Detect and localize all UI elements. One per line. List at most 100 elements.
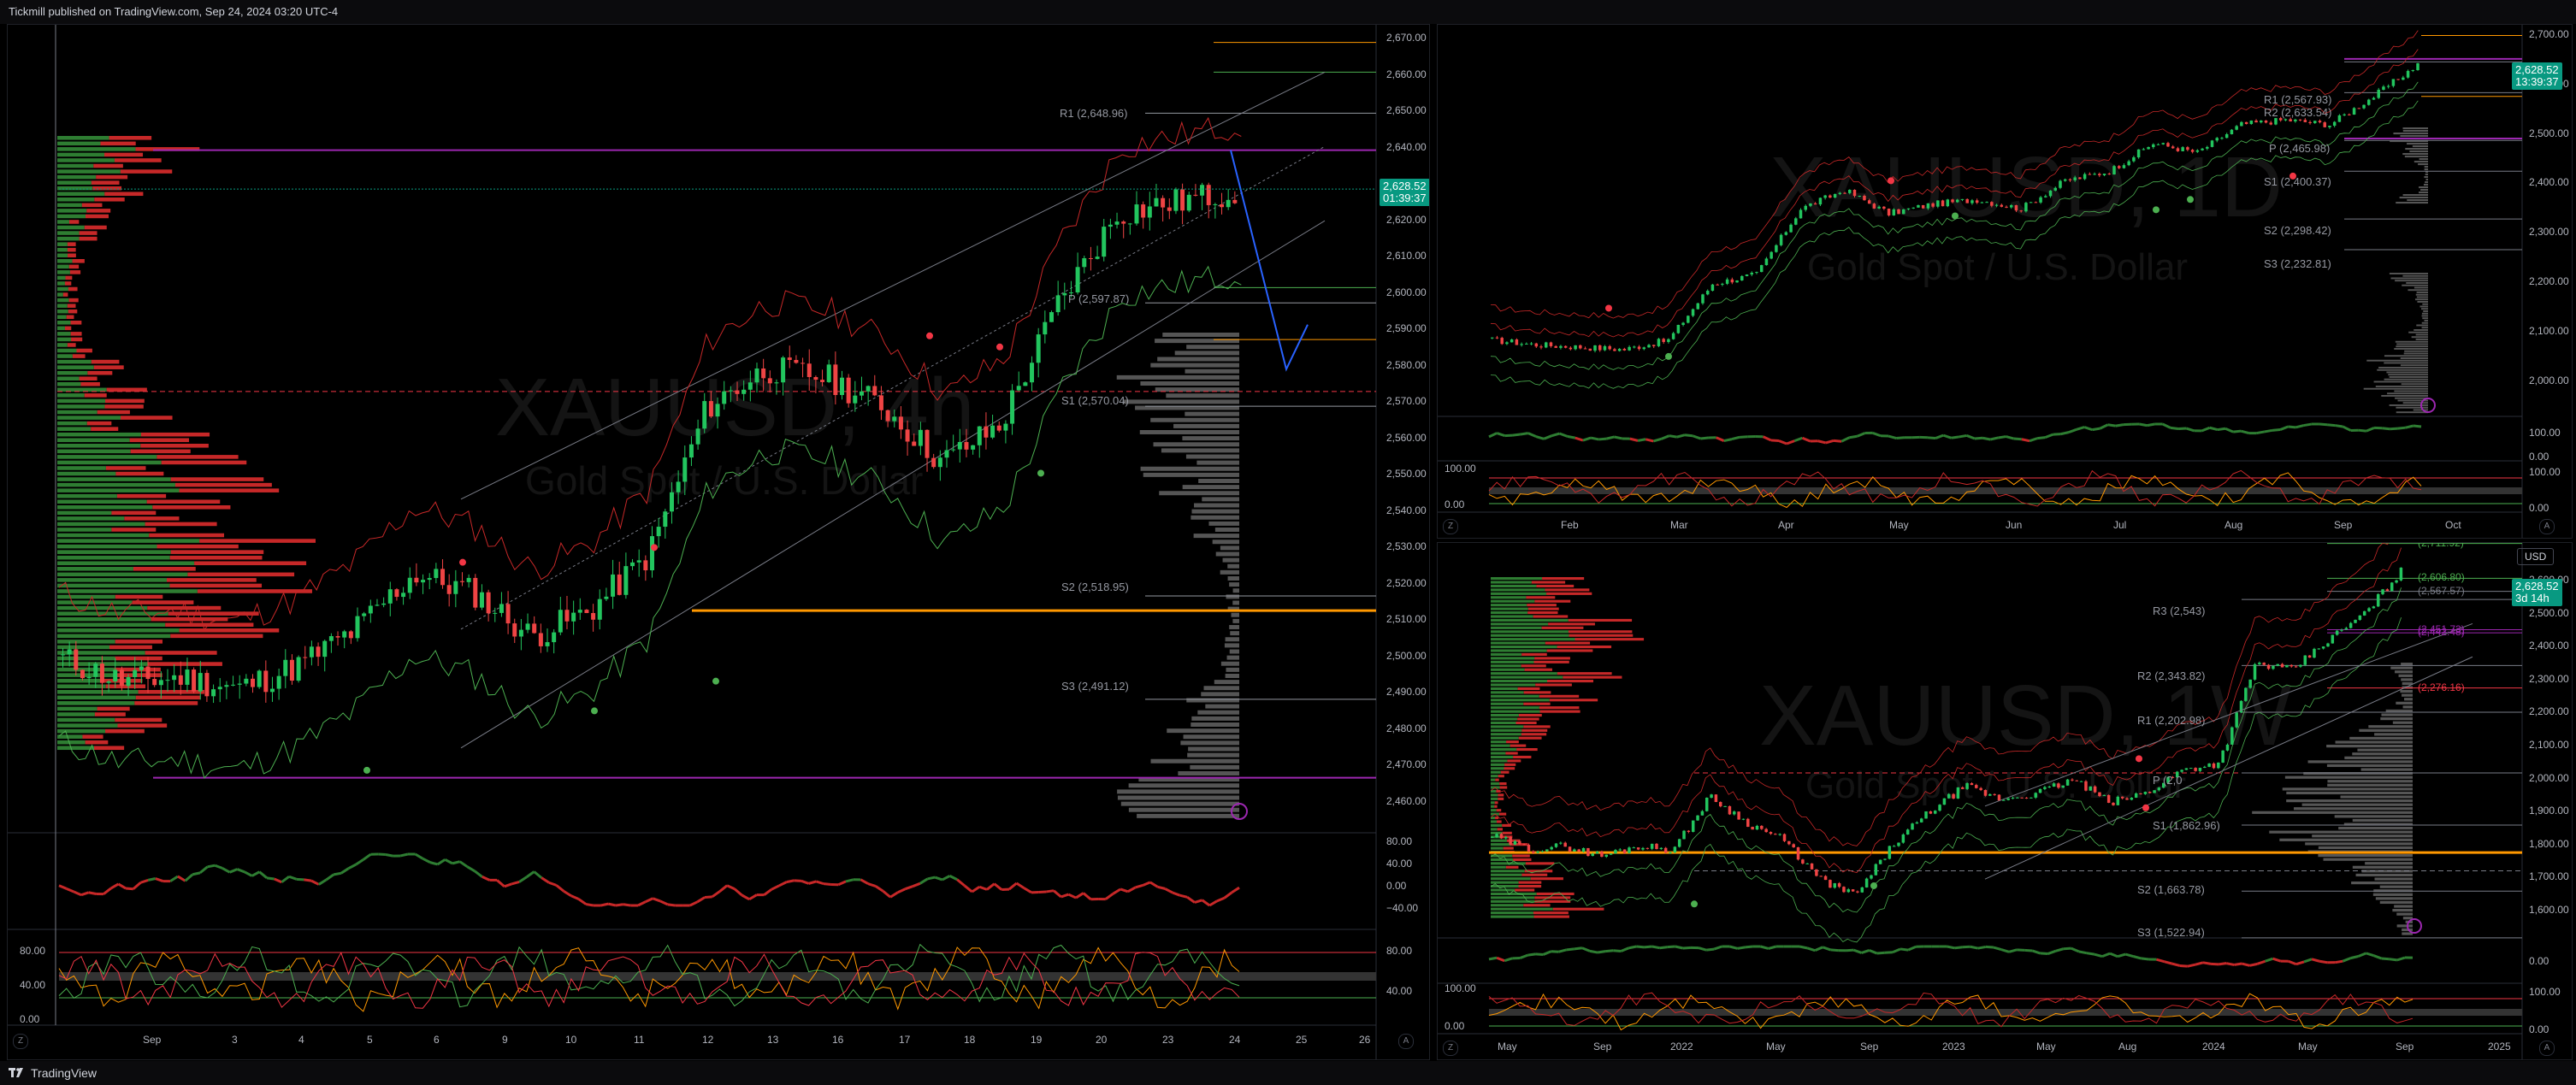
volume-profile-bar — [1539, 694, 1580, 698]
chart-pane-4h[interactable]: XAUUSD, 4h Gold Spot / U.S. Dollar 2,670… — [7, 24, 1430, 1060]
price-candle — [663, 511, 668, 528]
volume-profile-bar — [1491, 641, 1545, 645]
price-candle — [1062, 292, 1067, 296]
volume-profile-bar — [57, 616, 151, 622]
rsi-line — [2124, 952, 2134, 958]
rsi-line — [1856, 432, 1866, 438]
volume-profile-bar — [1491, 604, 1527, 607]
auto-scale-icon[interactable]: A — [2539, 519, 2555, 534]
volume-profile-bar — [57, 583, 170, 588]
price-candle — [2402, 77, 2405, 80]
envelope-line — [1490, 547, 2402, 873]
rsi-line — [1082, 892, 1092, 900]
volume-profile-bar — [57, 528, 112, 532]
fixed-range-profile-bar — [1185, 411, 1239, 416]
auto-scale-icon[interactable]: A — [2539, 1041, 2555, 1056]
timezone-icon[interactable]: Z — [1443, 519, 1458, 534]
pivot-s2-label: S2 (1,663.78) — [2137, 883, 2205, 896]
timezone-icon[interactable]: Z — [13, 1034, 28, 1049]
rsi-line — [2396, 956, 2406, 962]
volume-profile-bar — [109, 645, 152, 650]
time-axis-tick: Sep — [143, 1034, 162, 1046]
rsi-line — [1737, 946, 1746, 950]
price-candle — [630, 562, 635, 567]
price-candle — [2171, 146, 2175, 149]
volume-profile-bar — [57, 343, 68, 347]
fixed-range-profile-bar — [1117, 789, 1239, 794]
price-candle — [2395, 580, 2398, 583]
volume-profile-bar — [57, 493, 117, 498]
price-candle — [152, 679, 157, 686]
price-candle — [1970, 200, 1974, 203]
price-chart-4h[interactable] — [8, 25, 1430, 1060]
price-candle — [1829, 880, 1832, 888]
price-candle — [1710, 794, 1713, 798]
price-candle — [2274, 118, 2278, 125]
time-axis-tick: May — [2036, 1041, 2056, 1053]
price-candle — [650, 536, 654, 571]
volume-profile-bar — [57, 286, 68, 292]
footer-bar: TradingView — [0, 1061, 2576, 1085]
signal-dot — [1037, 469, 1044, 477]
rsi-line — [2063, 946, 2071, 951]
stoch-left-axis-tick: 100.00 — [1445, 982, 1476, 994]
pivot-r1-label: R1 (2,202.98) — [2137, 714, 2206, 727]
rsi-line — [2288, 425, 2296, 429]
volume-profile-bar — [1546, 649, 1593, 652]
price-axis-tick: 2,570.00 — [1386, 395, 1427, 407]
rsi-line — [236, 868, 245, 874]
price-candle — [1778, 834, 1781, 835]
price-chart-1d[interactable] — [1438, 25, 2573, 539]
volume-profile-bar — [1491, 846, 1504, 850]
chart-pane-1w[interactable]: XAUUSD, 1W Gold Spot / U.S. Dollar 2,600… — [1437, 542, 2573, 1060]
tradingview-logo[interactable]: TradingView — [9, 1066, 97, 1080]
price-candle — [2294, 666, 2298, 668]
price-candle — [1723, 805, 1727, 807]
price-candle — [1942, 798, 1947, 805]
price-candle — [2180, 770, 2183, 772]
rsi-line — [748, 893, 758, 901]
rsi-line — [347, 863, 357, 870]
timezone-icon[interactable]: Z — [1443, 1041, 1458, 1056]
price-candle — [2038, 788, 2042, 793]
price-candle — [2098, 174, 2101, 176]
price-chart-1w[interactable] — [1438, 543, 2573, 1060]
rsi-line — [169, 875, 179, 882]
volume-profile-bar — [1491, 740, 1507, 744]
price-candle — [2349, 622, 2353, 628]
price-candle — [145, 666, 151, 680]
price-candle — [1823, 195, 1827, 198]
volume-profile-bar — [57, 482, 175, 487]
rsi-line — [1535, 952, 1544, 956]
pivot-s3-label: S3 (2,491.12) — [1061, 680, 1129, 693]
rsi-line — [1716, 436, 1725, 442]
volume-profile-bar — [1533, 615, 1569, 618]
price-candle — [820, 380, 825, 382]
auto-scale-icon[interactable]: A — [1398, 1034, 1414, 1049]
price-candle — [375, 604, 380, 606]
price-candle — [1867, 200, 1871, 204]
trend-channel — [460, 220, 1326, 749]
fixed-range-profile-bar — [1191, 509, 1239, 514]
chart-pane-1d[interactable]: XAUUSD, 1D Gold Spot / U.S. Dollar 2,700… — [1437, 24, 2573, 539]
price-candle — [2006, 798, 2010, 800]
price-candle — [440, 569, 446, 586]
price-candle — [1495, 337, 1499, 339]
price-candle — [2102, 174, 2106, 176]
price-candle — [1994, 204, 1999, 206]
fixed-range-profile-bar — [1188, 746, 1239, 752]
fixed-range-profile-bar — [2396, 912, 2413, 916]
rsi-line — [1038, 890, 1047, 893]
price-candle — [2372, 97, 2376, 100]
volume-profile-bar — [1491, 820, 1497, 823]
rsi-line — [2031, 949, 2041, 955]
volume-profile-bar — [93, 746, 125, 751]
price-candle — [1897, 209, 1900, 215]
currency-selector[interactable]: USD — [2517, 548, 2555, 565]
volume-profile-bar — [57, 398, 106, 404]
price-candle — [1941, 200, 1945, 207]
volume-profile-bar — [1518, 736, 1542, 740]
fixed-range-profile-bar — [2360, 768, 2413, 771]
price-candle — [1154, 198, 1159, 207]
volume-profile-bar — [57, 304, 68, 308]
